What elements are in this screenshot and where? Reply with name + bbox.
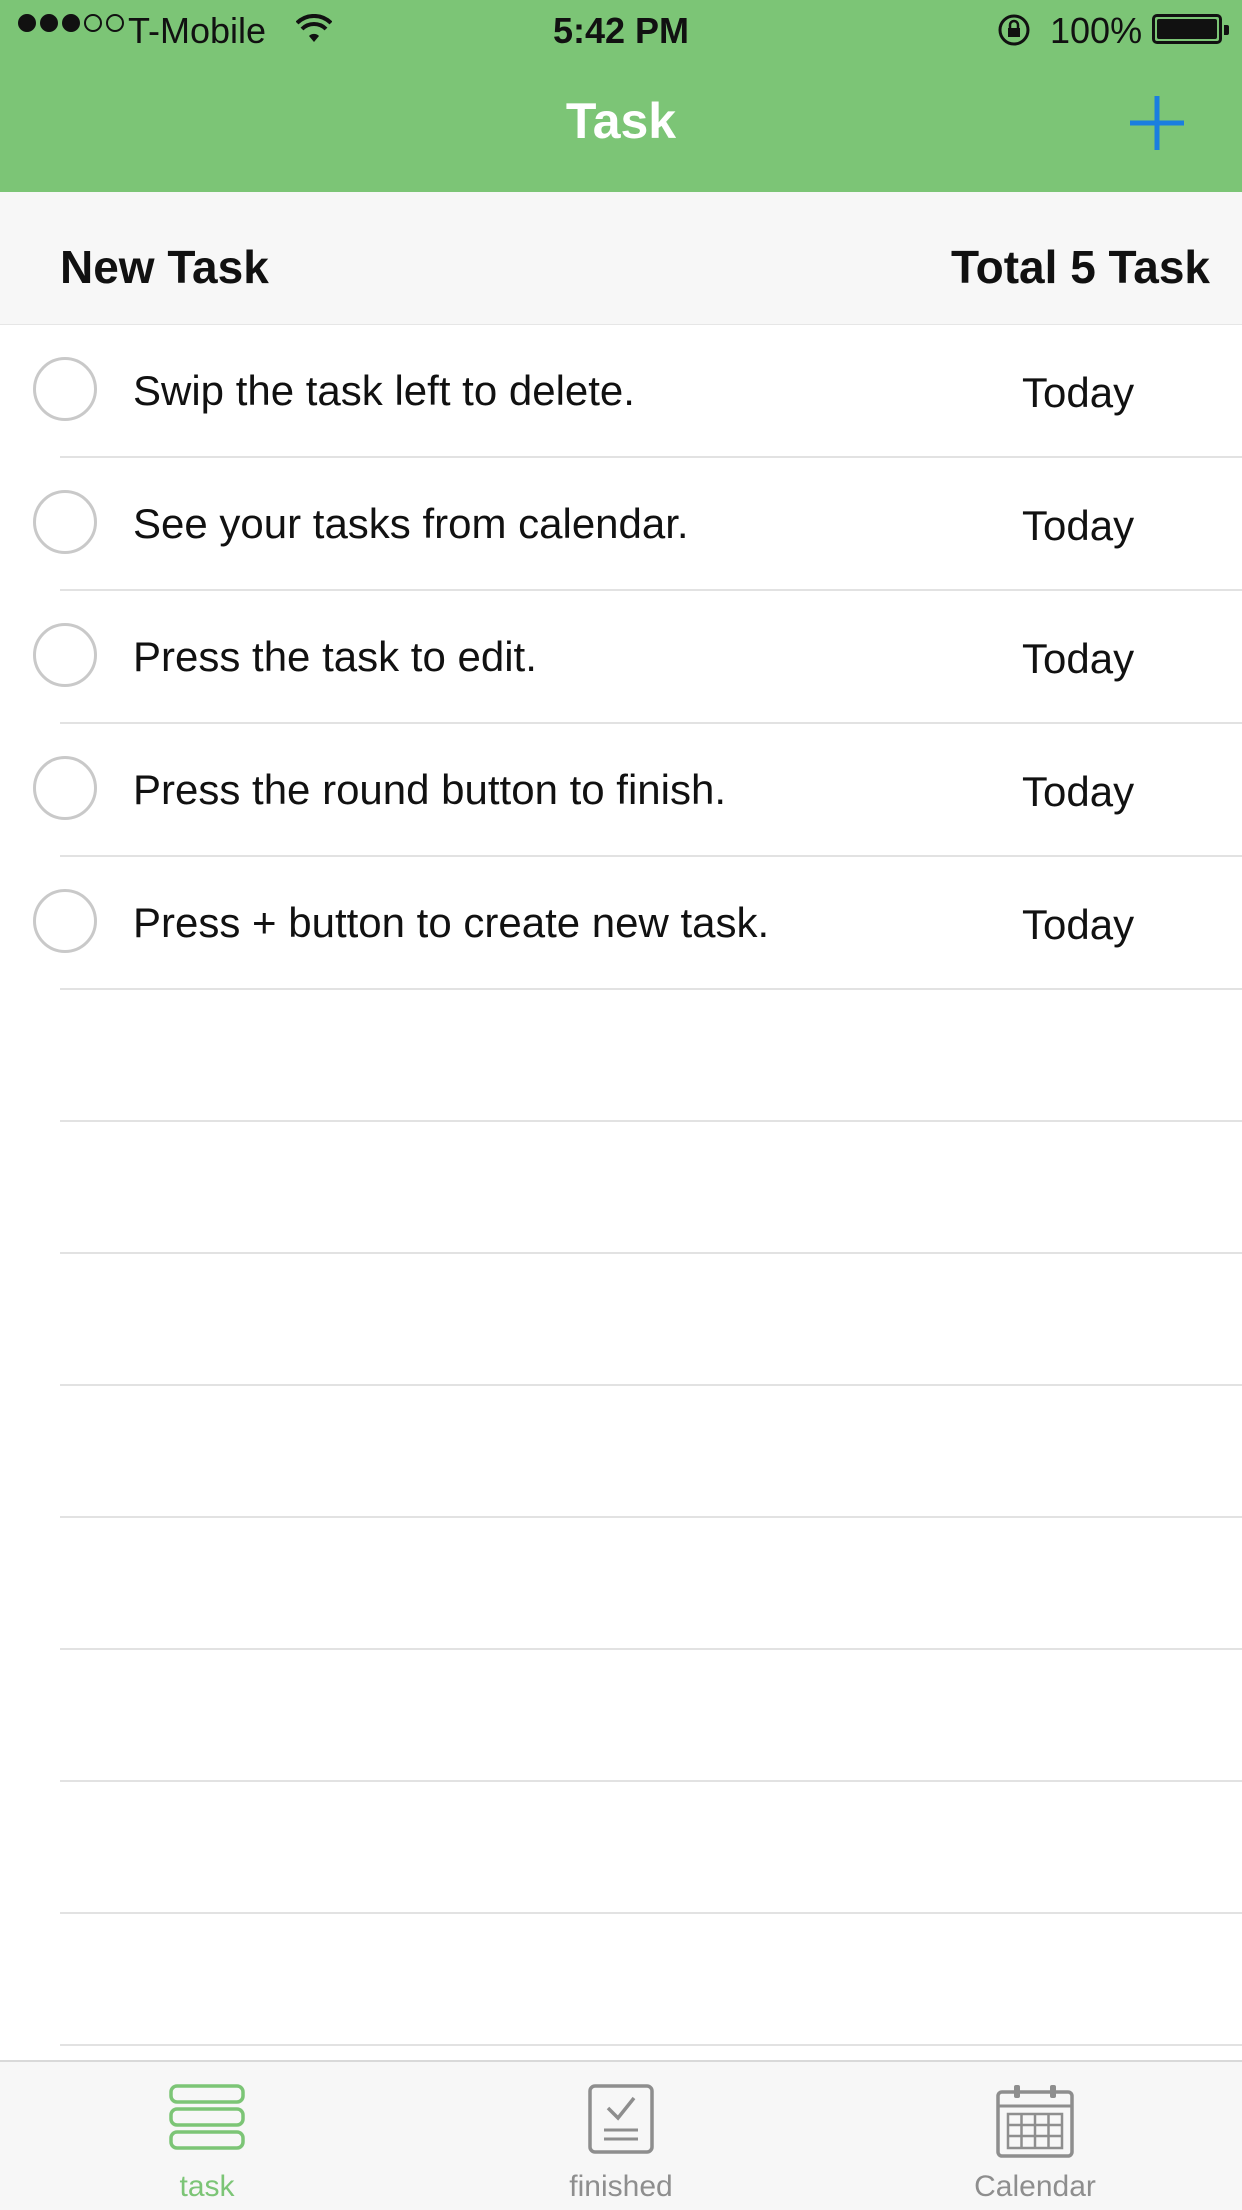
- empty-row: [60, 1914, 1242, 2046]
- empty-row: [60, 1650, 1242, 1782]
- battery-icon: [1152, 14, 1229, 44]
- tab-calendar[interactable]: Calendar: [828, 2062, 1242, 2210]
- task-date: Today: [1022, 502, 1135, 549]
- empty-row: [60, 1386, 1242, 1518]
- plus-icon[interactable]: [1124, 90, 1190, 156]
- finished-checklist-icon: [588, 2084, 654, 2154]
- tab-finished-label: finished: [569, 2170, 673, 2203]
- tab-calendar-label: Calendar: [974, 2170, 1096, 2203]
- task-count: Total 5 Task: [950, 241, 1210, 293]
- task-list-icon: [169, 2084, 245, 2150]
- tab-task-label: task: [179, 2170, 235, 2203]
- task-date: Today: [1022, 635, 1135, 682]
- task-row[interactable]: Swip the task left to delete. Today: [33, 325, 1242, 458]
- task-row[interactable]: See your tasks from calendar. Today: [33, 458, 1242, 591]
- calendar-icon: [996, 2085, 1074, 2158]
- task-title: Swip the task left to delete.: [133, 367, 635, 414]
- task-row[interactable]: Press the round button to finish. Today: [33, 724, 1242, 857]
- finish-task-radio-button[interactable]: [33, 623, 97, 687]
- task-title: Press the round button to finish.: [133, 766, 727, 813]
- tab-task[interactable]: task: [0, 2062, 414, 2210]
- section-title: New Task: [60, 241, 269, 293]
- finish-task-radio-button[interactable]: [33, 889, 97, 953]
- task-row[interactable]: Press the task to edit. Today: [33, 591, 1242, 724]
- empty-row: [60, 1122, 1242, 1254]
- tab-finished[interactable]: finished: [414, 2062, 828, 2210]
- finish-task-radio-button[interactable]: [33, 357, 97, 421]
- finish-task-radio-button[interactable]: [33, 756, 97, 820]
- navigation-bar: T-Mobile 5:42 PM 100% Task: [0, 0, 1242, 192]
- page-title: Task: [565, 93, 677, 149]
- task-date: Today: [1022, 768, 1135, 815]
- empty-row: [60, 1782, 1242, 1914]
- tab-bar: task finished Calendar: [0, 2060, 1242, 2210]
- task-title: Press + button to create new task.: [133, 899, 770, 946]
- task-title: See your tasks from calendar.: [133, 500, 689, 547]
- status-bar: T-Mobile 5:42 PM 100%: [0, 0, 1242, 60]
- rotation-lock-icon: [998, 14, 1030, 46]
- task-date: Today: [1022, 369, 1135, 416]
- empty-row: [60, 990, 1242, 1122]
- empty-row: [60, 1254, 1242, 1386]
- battery-percentage: 100%: [1050, 10, 1143, 51]
- task-date: Today: [1022, 901, 1135, 948]
- task-list: Swip the task left to delete. Today See …: [0, 325, 1242, 2046]
- section-header: New Task Total 5 Task: [0, 192, 1242, 325]
- empty-row: [60, 1518, 1242, 1650]
- finish-task-radio-button[interactable]: [33, 490, 97, 554]
- task-title: Press the task to edit.: [133, 633, 537, 680]
- task-row[interactable]: Press + button to create new task. Today: [33, 857, 1242, 990]
